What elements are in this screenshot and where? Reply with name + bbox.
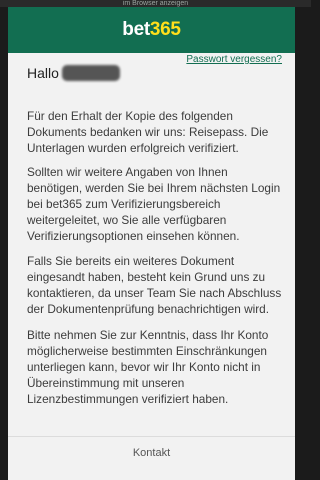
view-in-browser-bar[interactable]: im Browser anzeigen bbox=[0, 0, 311, 7]
email-view: im Browser anzeigen bet365 Passwort verg… bbox=[0, 0, 311, 480]
paragraph-already-sent: Falls Sie bereits ein weiteres Dokument … bbox=[27, 254, 282, 316]
footer-divider bbox=[8, 436, 295, 437]
greeting-salutation: Hallo bbox=[27, 65, 59, 81]
screen-edge bbox=[295, 7, 311, 480]
contact-link[interactable]: Kontakt bbox=[8, 447, 295, 459]
email-content: Passwort vergessen? Hallo Für den Erhalt… bbox=[8, 53, 295, 480]
redacted-name bbox=[61, 65, 120, 81]
forgot-password-link[interactable]: Passwort vergessen? bbox=[186, 54, 282, 65]
greeting: Hallo bbox=[27, 65, 120, 81]
view-in-browser-label[interactable]: im Browser anzeigen bbox=[123, 0, 188, 7]
paragraph-restrictions: Bitte nehmen Sie zur Kenntnis, dass Ihr … bbox=[27, 328, 269, 406]
logo-number: 365 bbox=[149, 19, 181, 40]
logo-text: bet bbox=[122, 19, 150, 40]
email-header: bet365 bbox=[8, 7, 295, 53]
paragraph-confirmation: Für den Erhalt der Kopie des folgenden D… bbox=[27, 109, 269, 155]
paragraph-further-info: Sollten wir weitere Angaben von Ihnen be… bbox=[27, 165, 281, 243]
bet365-logo: bet365 bbox=[122, 19, 181, 41]
